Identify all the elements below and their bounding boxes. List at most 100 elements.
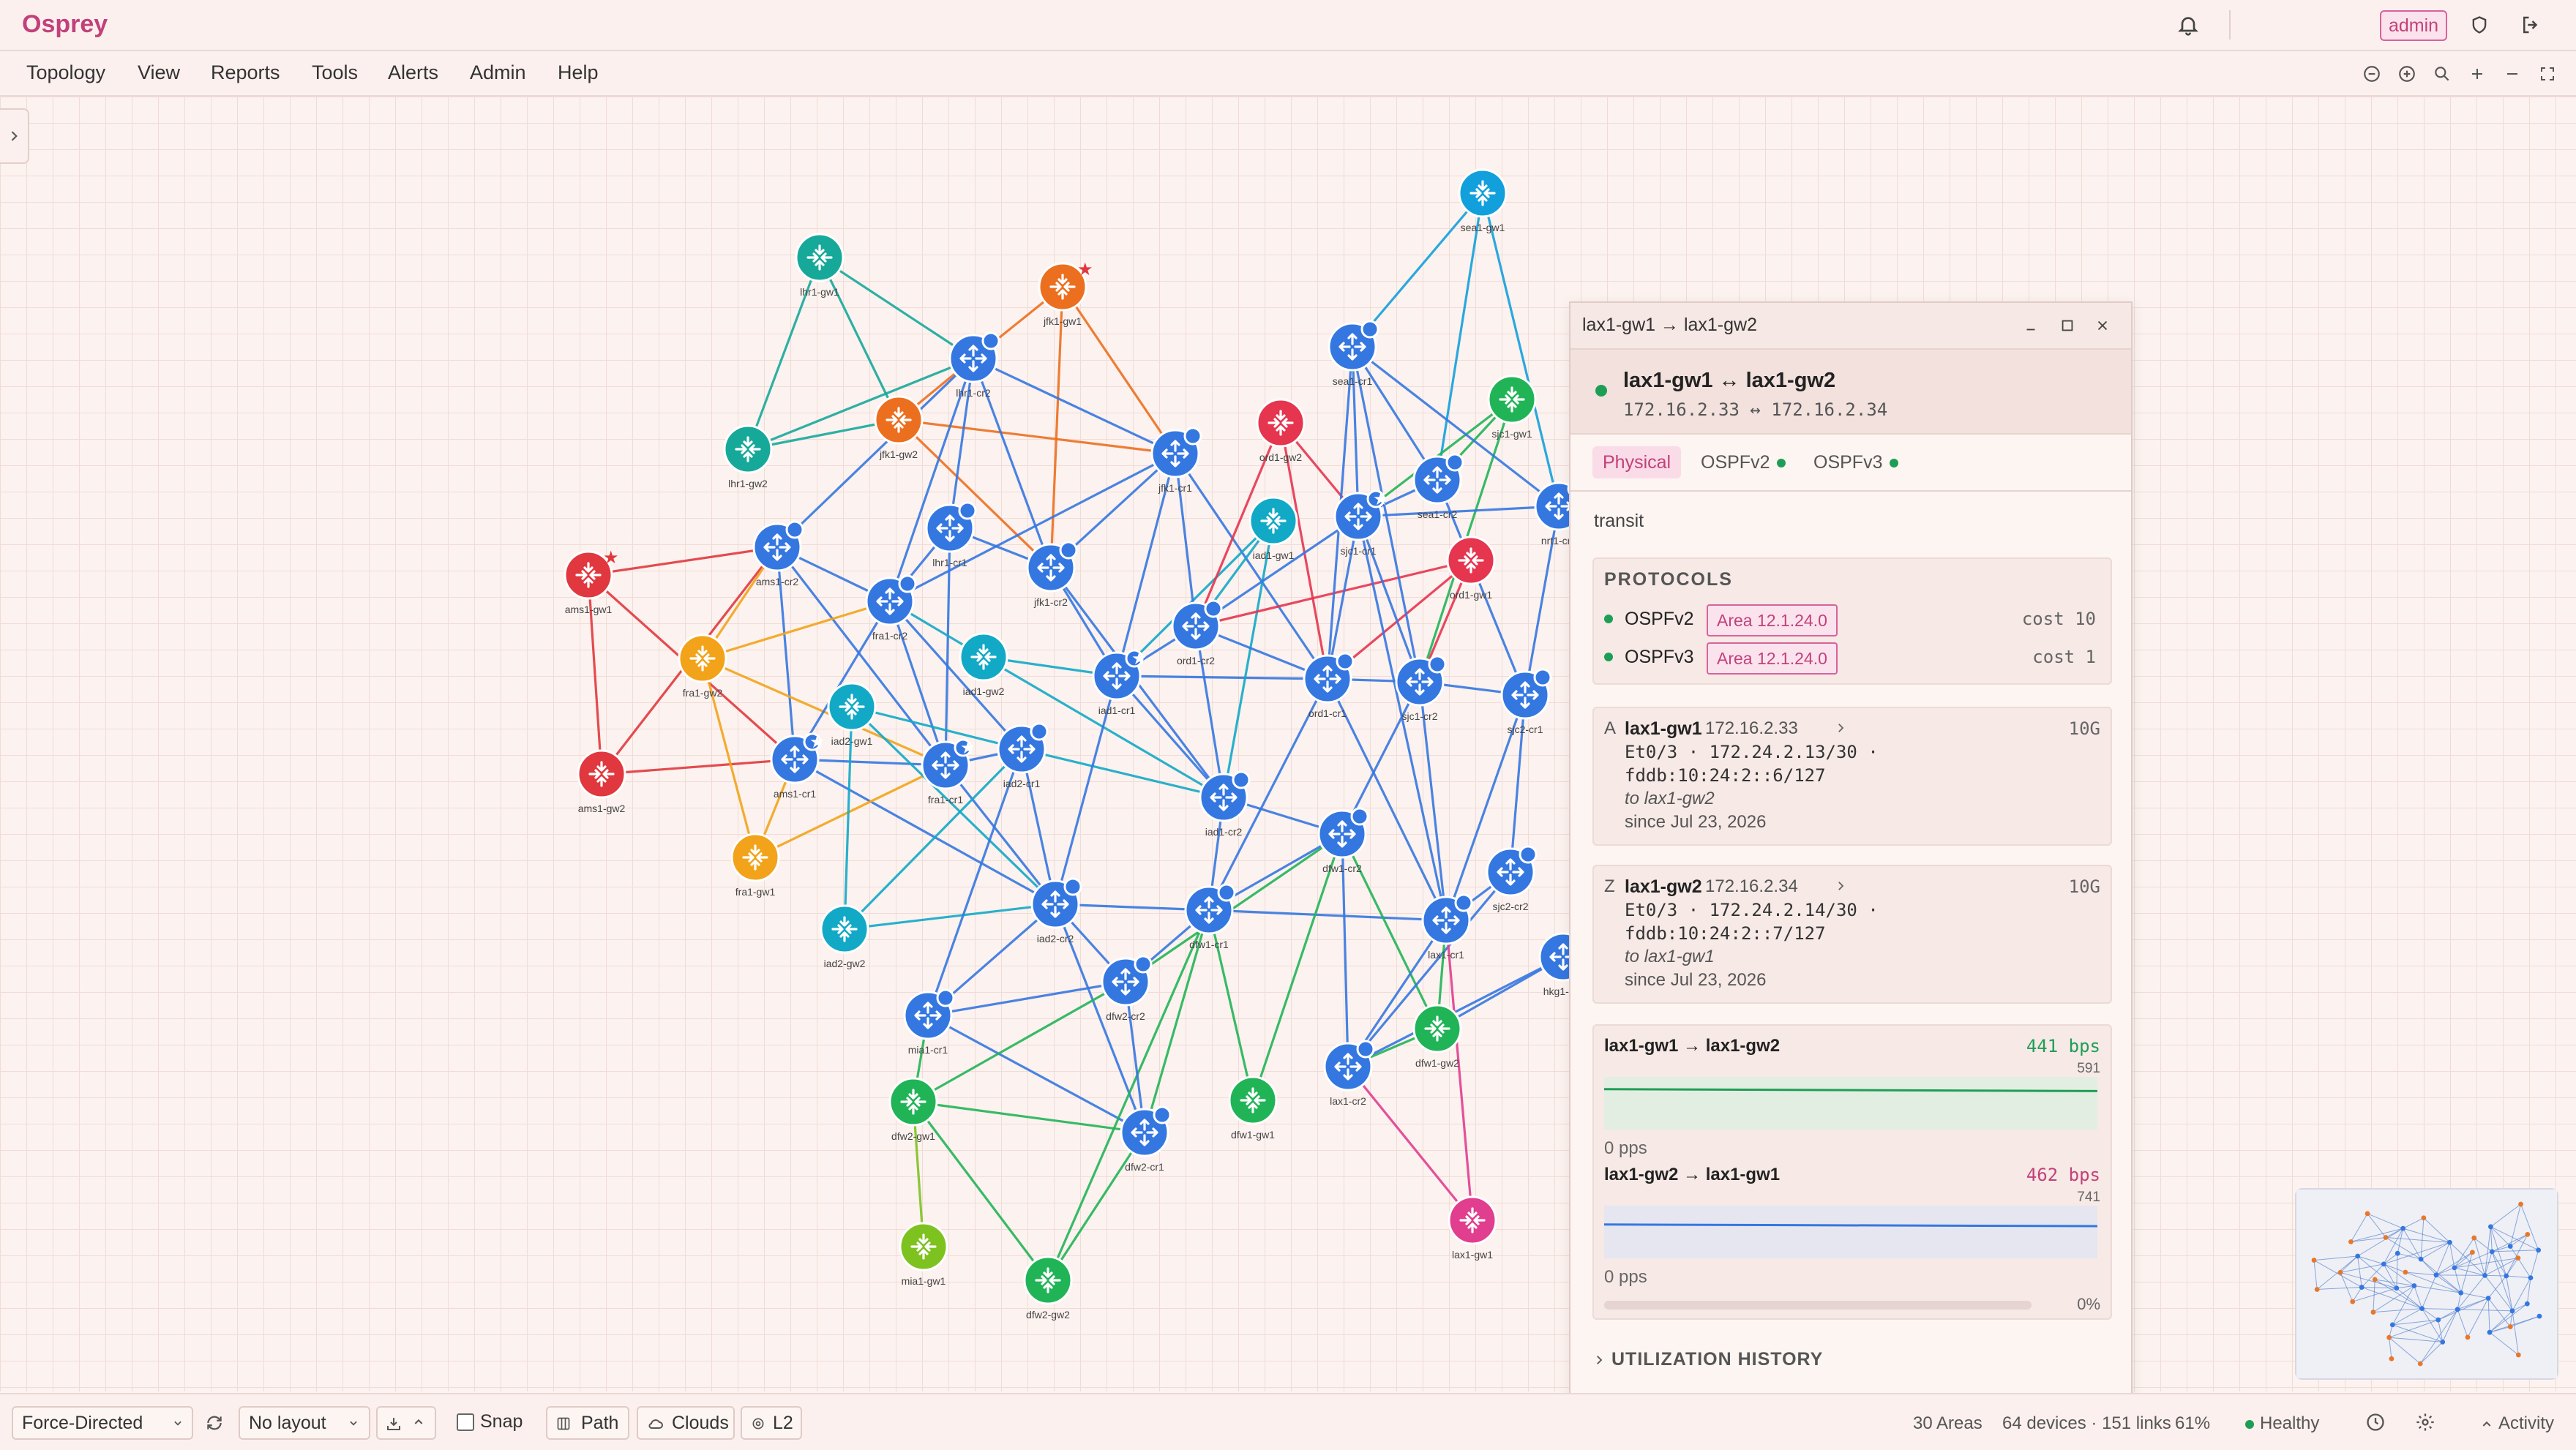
menu-help[interactable]: Help — [558, 61, 599, 84]
topology-node[interactable]: ★ ams1-gw1 — [564, 548, 619, 615]
topology-node[interactable]: ★ jfk1-gw1 — [1038, 260, 1093, 327]
activity-toggle[interactable]: Activity — [2481, 1413, 2554, 1434]
chevron-right-icon[interactable] — [1834, 879, 1847, 893]
topology-node[interactable]: lax1-gw1 — [1448, 1195, 1497, 1261]
topology-node[interactable]: lax1-cr1 — [1421, 893, 1473, 961]
topology-link[interactable] — [1481, 192, 1560, 507]
topology-node[interactable]: iad2-cr1 — [997, 722, 1049, 789]
topology-node[interactable]: lhr1-gw2 — [723, 424, 773, 489]
topology-node[interactable]: dfw1-gw1 — [1228, 1075, 1278, 1141]
close-button[interactable] — [2090, 313, 2115, 338]
user-role-badge[interactable]: admin — [2380, 10, 2448, 41]
topology-node[interactable]: iad1-cr2 — [1199, 770, 1251, 838]
topology-node[interactable]: iad2-gw2 — [820, 904, 869, 969]
health-status[interactable]: Healthy — [2245, 1413, 2319, 1434]
topology-node[interactable]: lax1-cr2 — [1323, 1040, 1375, 1107]
topology-link[interactable] — [1445, 920, 1474, 1221]
history-clock-icon[interactable] — [2365, 1412, 2386, 1436]
snap-checkbox[interactable]: Snap — [446, 1406, 536, 1437]
topology-node[interactable]: ord1-gw2 — [1256, 398, 1306, 463]
logout-icon[interactable] — [2516, 10, 2545, 40]
topology-link[interactable] — [888, 601, 947, 766]
topology-link[interactable] — [1347, 1065, 1474, 1222]
topology-node[interactable]: dfw2-cr2 — [1101, 955, 1153, 1022]
menu-admin[interactable]: Admin — [470, 61, 526, 84]
shield-icon[interactable] — [2465, 10, 2494, 40]
tab-physical[interactable]: Physical — [1592, 446, 1682, 478]
layout-preset-select[interactable]: No layout — [239, 1406, 370, 1440]
zoom-out-icon[interactable] — [2500, 61, 2525, 86]
chevron-right-icon[interactable] — [1834, 721, 1847, 735]
topology-node[interactable]: iad2-cr2 — [1030, 877, 1082, 944]
topology-node[interactable]: sea1-cr2 — [1412, 453, 1464, 520]
topology-link[interactable] — [776, 546, 947, 766]
topology-link[interactable] — [1046, 1132, 1146, 1281]
topology-node[interactable]: ★ ams1-cr1 — [770, 732, 825, 800]
topology-node[interactable]: jfk1-gw2 — [874, 395, 924, 460]
panel-titlebar[interactable]: lax1-gw1 → lax1-gw2 — [1570, 303, 2131, 350]
refresh-layout-icon[interactable] — [205, 1413, 224, 1436]
topology-node[interactable]: ★ iad1-cr1 — [1092, 649, 1147, 716]
topology-node[interactable]: lhr1-cr2 — [948, 331, 1000, 399]
menu-view[interactable]: View — [138, 61, 180, 84]
topology-node[interactable]: ord1-cr1 — [1303, 652, 1355, 719]
minimap[interactable] — [2295, 1188, 2558, 1380]
settings-gear-icon[interactable] — [2415, 1412, 2435, 1436]
topology-link[interactable] — [913, 1100, 1145, 1134]
topology-node[interactable]: sea1-gw1 — [1458, 168, 1508, 233]
protocol-row[interactable]: OSPFv2 Area 12.1.24.0 cost 10 — [1604, 604, 2102, 636]
tab-ospfv2[interactable]: OSPFv2 — [1690, 446, 1796, 478]
topology-link[interactable] — [818, 257, 900, 421]
area-badge[interactable]: Area 12.1.24.0 — [1707, 604, 1838, 636]
topology-node[interactable]: sjc2-cr2 — [1486, 845, 1538, 912]
menu-tools[interactable]: Tools — [312, 61, 358, 84]
topology-node[interactable]: sjc1-gw1 — [1487, 375, 1537, 440]
sidebar-toggle-button[interactable] — [0, 108, 29, 164]
search-icon[interactable] — [2430, 61, 2455, 86]
topology-graph[interactable]: lhr1-gw1 lhr1-gw2 ★ jfk1-gw1 lhr1-cr2 jfk1-gw… — [0, 97, 2576, 1391]
topology-node[interactable]: sea1-cr1 — [1328, 320, 1379, 387]
tab-ospfv3[interactable]: OSPFv3 — [1803, 446, 1909, 478]
topology-node[interactable]: dfw1-cr1 — [1184, 883, 1236, 950]
topology-node[interactable]: iad1-gw1 — [1248, 496, 1298, 561]
topology-canvas[interactable]: lhr1-gw1 lhr1-gw2 ★ jfk1-gw1 lhr1-cr2 jfk1-gw… — [0, 97, 2576, 1391]
topology-node[interactable]: fra1-cr2 — [865, 574, 917, 642]
app-logo[interactable]: Osprey — [22, 10, 108, 39]
topology-node[interactable]: iad2-gw1 — [827, 682, 877, 747]
topology-link[interactable] — [1049, 286, 1064, 568]
layout-algorithm-select[interactable]: Force-Directed — [12, 1406, 193, 1440]
topology-node[interactable]: dfw2-gw1 — [888, 1077, 938, 1142]
save-layout-button[interactable] — [376, 1406, 436, 1440]
topology-node[interactable]: fra1-gw1 — [730, 833, 780, 898]
utilization-history-toggle[interactable]: UTILIZATION HISTORY — [1592, 1349, 1823, 1370]
endpoint-name[interactable]: lax1-gw1 — [1625, 718, 1702, 740]
topology-node[interactable]: mia1-cr1 — [903, 988, 955, 1056]
topology-link[interactable] — [1208, 909, 1447, 922]
notifications-icon[interactable] — [2174, 10, 2203, 40]
topology-link[interactable] — [601, 758, 795, 775]
topology-node[interactable]: fra1-gw2 — [678, 634, 727, 699]
topology-link[interactable] — [897, 418, 1052, 569]
topology-node[interactable]: ams1-cr2 — [752, 520, 804, 587]
topology-node[interactable]: ord1-cr2 — [1171, 599, 1223, 666]
topology-node[interactable]: ★ sjc1-cr1 — [1333, 489, 1389, 557]
path-button[interactable]: Path — [546, 1406, 629, 1440]
maximize-button[interactable] — [2055, 313, 2080, 338]
l2-button[interactable]: L2 — [741, 1406, 802, 1440]
topology-link[interactable] — [1509, 694, 1527, 873]
topology-node[interactable]: sjc1-cr2 — [1395, 655, 1447, 722]
topology-link[interactable] — [819, 256, 974, 360]
minimize-button[interactable] — [2018, 313, 2043, 338]
topology-node[interactable]: jfk1-cr1 — [1150, 427, 1202, 494]
topology-node[interactable]: lhr1-cr1 — [925, 501, 977, 568]
topology-link[interactable] — [898, 418, 1176, 455]
endpoint-name[interactable]: lax1-gw2 — [1625, 876, 1702, 898]
protocol-row[interactable]: OSPFv3 Area 12.1.24.0 cost 1 — [1604, 642, 2102, 675]
topology-link[interactable] — [1116, 675, 1328, 680]
clouds-button[interactable]: Clouds — [637, 1406, 735, 1440]
topology-link[interactable] — [747, 357, 974, 451]
topology-node[interactable]: iad1-gw2 — [959, 632, 1008, 697]
menu-reports[interactable]: Reports — [211, 61, 280, 84]
topology-link[interactable] — [844, 903, 1056, 931]
topology-node[interactable]: sjc2-cr1 — [1500, 668, 1552, 735]
